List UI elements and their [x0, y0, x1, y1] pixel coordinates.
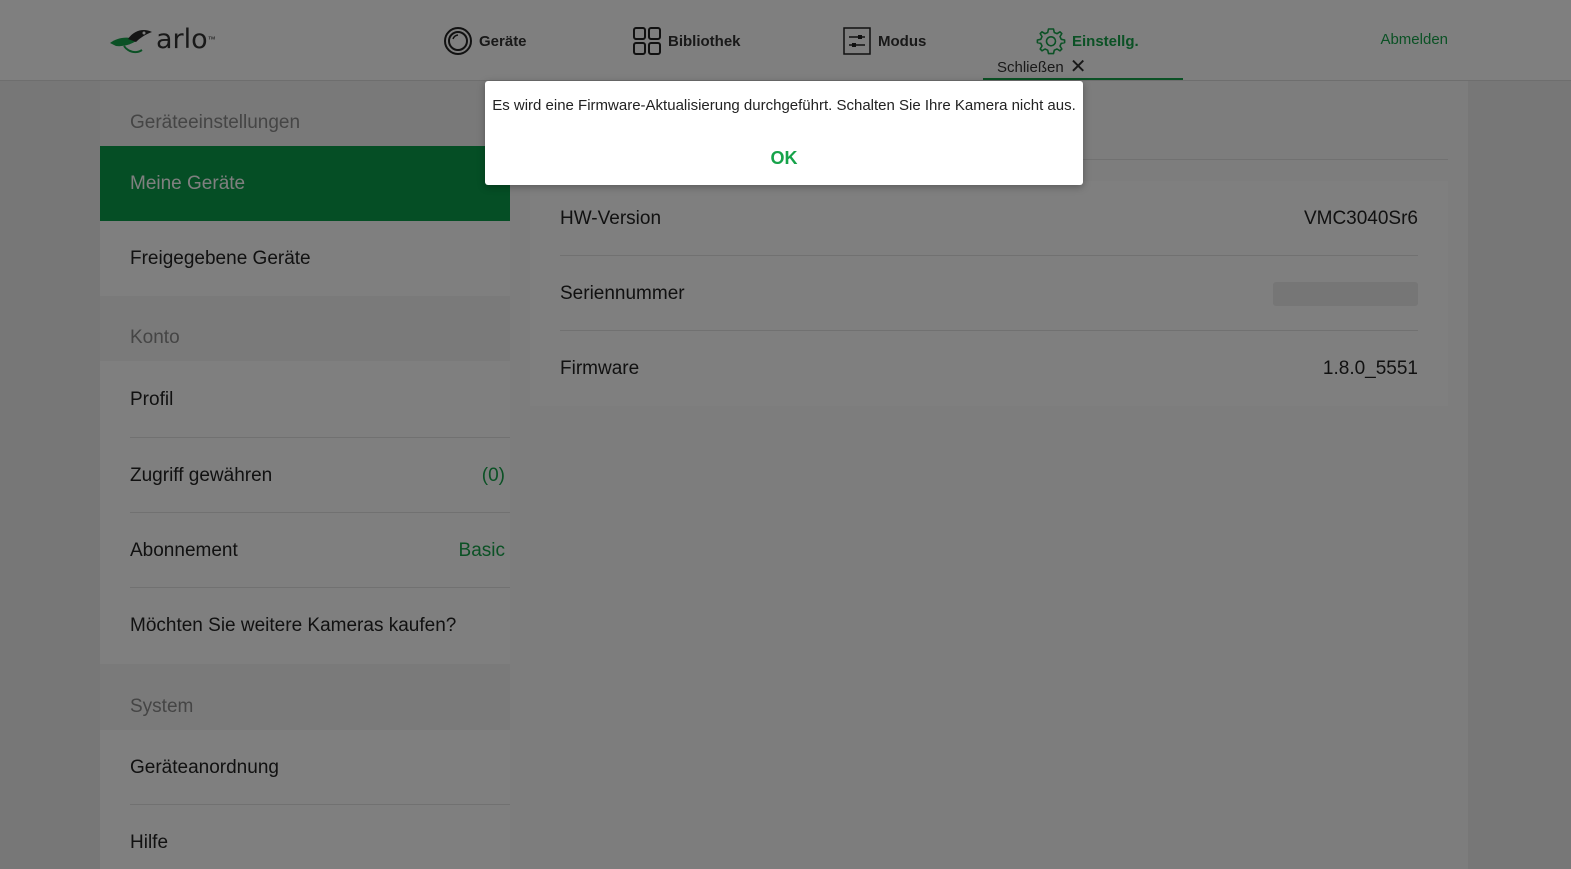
firmware-update-dialog: Es wird eine Firmware-Aktualisierung dur…	[485, 81, 1083, 185]
ok-button[interactable]: OK	[485, 148, 1083, 169]
dialog-message: Es wird eine Firmware-Aktualisierung dur…	[492, 97, 1076, 114]
